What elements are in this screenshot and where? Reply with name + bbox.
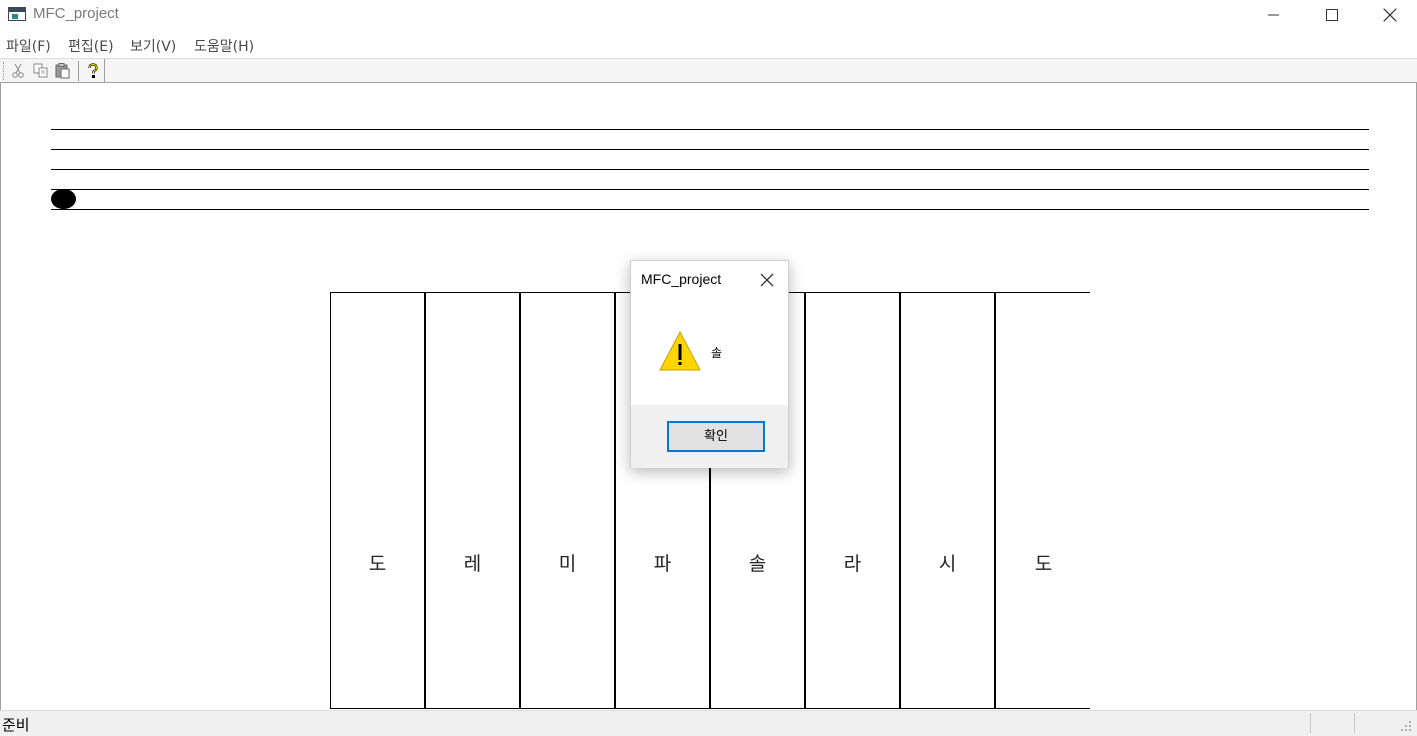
key-label: 라	[843, 553, 862, 575]
window-title: MFC_project	[33, 5, 119, 22]
dialog-footer: 확인	[631, 405, 788, 468]
maximize-button[interactable]	[1303, 0, 1361, 30]
staff-line	[51, 209, 1369, 210]
music-note	[51, 189, 76, 209]
staff-line	[51, 129, 1369, 130]
toolbar	[0, 58, 1417, 83]
help-button[interactable]	[82, 61, 104, 81]
app-icon[interactable]	[8, 7, 26, 21]
status-text: 준비	[2, 716, 30, 734]
cut-button[interactable]	[8, 61, 30, 81]
toolbar-edge	[104, 59, 105, 83]
title-bar: MFC_project	[0, 0, 1417, 30]
minimize-button[interactable]	[1245, 0, 1303, 30]
piano-key-do[interactable]: 도	[331, 293, 426, 708]
copy-icon	[33, 63, 48, 78]
menu-view[interactable]: 보기(V)	[130, 36, 176, 56]
staff-line	[51, 189, 1369, 190]
piano-key-do-high[interactable]: 도	[996, 293, 1091, 708]
key-label: 도	[368, 553, 387, 575]
key-label: 도	[1034, 553, 1053, 575]
warning-icon	[659, 331, 701, 371]
toolbar-separator	[78, 61, 79, 81]
piano-key-si[interactable]: 시	[901, 293, 996, 708]
close-icon	[760, 273, 774, 287]
status-pane	[1310, 713, 1354, 733]
menu-edit[interactable]: 편집(E)	[68, 36, 114, 56]
help-icon	[88, 63, 98, 78]
status-pane	[1354, 713, 1398, 733]
cut-icon	[12, 63, 24, 78]
menu-help[interactable]: 도움말(H)	[194, 36, 254, 56]
maximize-icon	[1326, 9, 1338, 21]
staff-line	[51, 149, 1369, 150]
paste-button[interactable]	[52, 61, 74, 81]
key-label: 레	[463, 553, 482, 575]
dialog-title: MFC_project	[641, 271, 722, 287]
minimize-icon	[1268, 14, 1279, 16]
key-label: 솔	[748, 553, 767, 575]
ok-button[interactable]: 확인	[667, 421, 765, 452]
message-dialog: MFC_project 솔 확인	[630, 260, 789, 468]
dialog-close-button[interactable]	[755, 269, 779, 291]
close-button[interactable]	[1361, 0, 1417, 30]
toolbar-grip[interactable]	[3, 62, 6, 80]
staff-line	[51, 169, 1369, 170]
piano-key-re[interactable]: 레	[426, 293, 521, 708]
piano-key-la[interactable]: 라	[806, 293, 901, 708]
key-label: 미	[558, 553, 577, 575]
key-label: 파	[653, 553, 672, 575]
dialog-message: 솔	[711, 346, 723, 360]
menu-file[interactable]: 파일(F)	[6, 36, 51, 56]
resize-grip-icon[interactable]	[1399, 719, 1413, 733]
status-bar: 준비	[0, 710, 1417, 736]
paste-icon	[55, 63, 70, 79]
piano-key-mi[interactable]: 미	[521, 293, 616, 708]
copy-button[interactable]	[30, 61, 52, 81]
key-label: 시	[938, 553, 957, 575]
close-icon	[1383, 8, 1397, 22]
